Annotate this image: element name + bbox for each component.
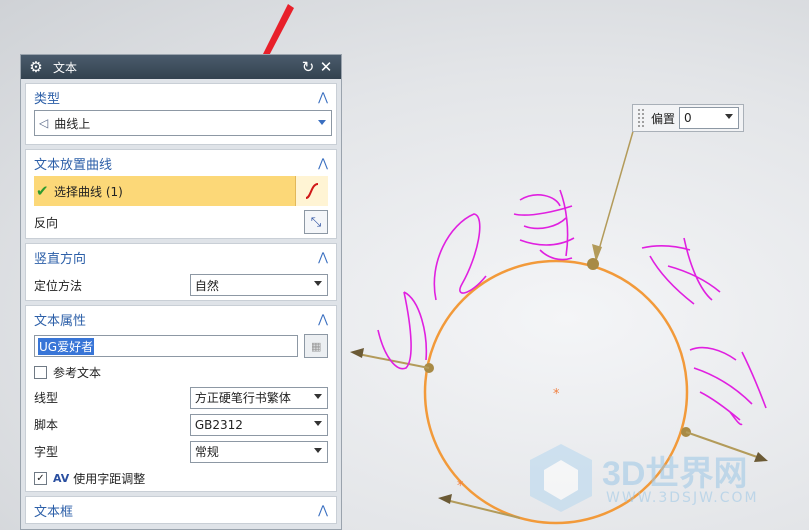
offset-label: 偏置 xyxy=(651,111,676,126)
offset-input[interactable]: 0 xyxy=(679,107,740,129)
text-value: UG爱好者 xyxy=(38,337,95,355)
section-vertical-title: 竖直方向 xyxy=(34,251,87,267)
method-select[interactable]: 自然 xyxy=(189,274,328,296)
section-attributes-header[interactable]: 文本属性 ⋀ xyxy=(26,306,336,332)
offset-leader-line xyxy=(595,127,635,261)
ref-text-label: 参考文本 xyxy=(53,365,102,380)
script-label: 脚本 xyxy=(34,418,59,432)
watermark-url: WWW.3DSJW.COM xyxy=(606,490,759,506)
dropdown-caret-icon xyxy=(314,447,322,453)
start-mark-icon: * xyxy=(457,479,464,494)
section-frame-header[interactable]: 文本框 ⋀ xyxy=(26,497,336,523)
select-curve-row[interactable]: ✔ 选择曲线 (1) xyxy=(34,176,328,206)
close-icon[interactable]: ✕ xyxy=(317,58,335,76)
section-placement: 文本放置曲线 ⋀ ✔ 选择曲线 (1) 反向 ⤡ xyxy=(25,149,337,239)
section-type-header[interactable]: 类型 ⋀ xyxy=(26,84,336,110)
section-vertical: 竖直方向 ⋀ 定位方法 自然 xyxy=(25,243,337,301)
section-attributes-title: 文本属性 xyxy=(34,313,87,329)
collapse-icon[interactable]: ⋀ xyxy=(318,503,328,517)
type-value: 曲线上 xyxy=(54,116,91,131)
reset-icon[interactable]: ↻ xyxy=(299,58,317,76)
reverse-label: 反向 xyxy=(34,215,59,230)
dropdown-caret-icon xyxy=(318,120,326,125)
text-input[interactable]: UG爱好者 xyxy=(34,335,299,357)
collapse-icon[interactable]: ⋀ xyxy=(318,312,328,326)
watermark-logo-icon xyxy=(530,444,592,512)
curve-select-button[interactable] xyxy=(295,176,328,206)
grid-icon: ▦ xyxy=(310,339,322,353)
line-label: 线型 xyxy=(34,391,59,405)
method-value: 自然 xyxy=(194,278,219,293)
script-select[interactable]: GB2312 xyxy=(189,413,328,436)
style-select[interactable]: 常规 xyxy=(189,440,328,463)
collapse-icon[interactable]: ⋀ xyxy=(318,156,328,170)
ref-text-checkbox[interactable] xyxy=(34,365,47,379)
dialog-titlebar: ⚙ 文本 ↻ ✕ xyxy=(21,55,341,79)
font-value: 方正硬笔行书繁体 xyxy=(194,391,291,405)
check-icon: ✔ xyxy=(36,182,49,200)
dropdown-caret-icon xyxy=(314,281,322,286)
section-frame: 文本框 ⋀ xyxy=(25,496,337,524)
watermark: 3D世界网 WWW.3DSJW.COM xyxy=(526,440,786,520)
script-value: GB2312 xyxy=(194,417,243,432)
gear-icon[interactable]: ⚙ xyxy=(27,58,45,76)
watermark-title: 3D世界网 xyxy=(602,455,748,493)
kerning-label: 使用字距调整 xyxy=(73,471,146,486)
dropdown-caret-icon xyxy=(314,393,322,399)
kerning-checkbox[interactable]: ✓ xyxy=(34,471,47,485)
left-arrow-icon xyxy=(350,348,364,358)
section-frame-title: 文本框 xyxy=(34,504,74,520)
collapse-icon[interactable]: ⋀ xyxy=(318,90,328,104)
text-dialog: ⚙ 文本 ↻ ✕ 类型 ⋀ ◁ 曲线上 文本放置曲线 ⋀ ✔ 选择曲线 (1) xyxy=(20,54,342,530)
center-mark-icon: * xyxy=(553,387,560,402)
select-curve-label: 选择曲线 (1) xyxy=(54,184,123,199)
style-label: 字型 xyxy=(34,445,59,459)
method-label: 定位方法 xyxy=(34,278,83,293)
offset-control: 偏置 0 xyxy=(632,104,744,132)
section-placement-title: 文本放置曲线 xyxy=(34,157,113,173)
drag-grip-icon[interactable] xyxy=(637,108,645,128)
section-type: 类型 ⋀ ◁ 曲线上 xyxy=(25,83,337,145)
kerning-icon: AV xyxy=(53,471,70,485)
reverse-button[interactable]: ⤡ xyxy=(304,210,328,234)
curve-text-glyphs xyxy=(377,189,767,426)
curve-text-icon: ◁ xyxy=(39,116,49,130)
offset-value: 0 xyxy=(684,111,692,125)
curve-icon xyxy=(305,183,319,199)
section-attributes: 文本属性 ⋀ UG爱好者 ▦ 参考文本 线型 方正硬笔行书繁体 脚本 GB231… xyxy=(25,305,337,492)
dropdown-caret-icon xyxy=(725,114,734,119)
reverse-arrows-icon: ⤡ xyxy=(310,214,322,230)
font-select[interactable]: 方正硬笔行书繁体 xyxy=(189,386,328,409)
handle-top xyxy=(587,258,599,270)
bottom-arrow-icon xyxy=(438,494,452,504)
section-placement-header[interactable]: 文本放置曲线 ⋀ xyxy=(26,150,336,176)
dialog-title: 文本 xyxy=(53,60,78,75)
style-value: 常规 xyxy=(194,445,219,459)
type-select[interactable]: ◁ 曲线上 xyxy=(34,110,332,136)
dropdown-caret-icon xyxy=(314,420,322,426)
section-vertical-header[interactable]: 竖直方向 ⋀ xyxy=(26,244,336,270)
collapse-icon[interactable]: ⋀ xyxy=(318,250,328,264)
section-type-title: 类型 xyxy=(34,91,61,107)
symbol-button[interactable]: ▦ xyxy=(304,334,328,358)
